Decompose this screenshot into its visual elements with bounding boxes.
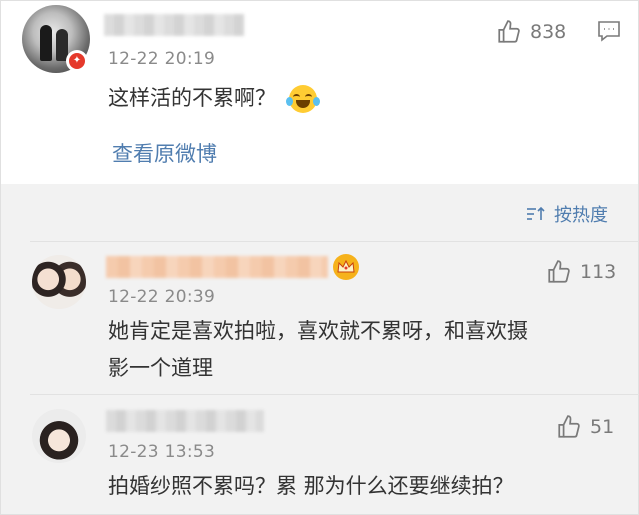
thumbs-up-icon <box>498 20 520 43</box>
reply-button[interactable] <box>597 20 621 46</box>
like-count: 113 <box>580 261 617 283</box>
avatar-figure <box>40 25 52 61</box>
post-time: 12-22 20:19 <box>108 49 216 69</box>
view-original-link[interactable]: 查看原微博 <box>112 138 217 168</box>
crown-badge-icon <box>333 254 359 280</box>
like-count: 51 <box>590 416 615 438</box>
divider <box>30 241 639 242</box>
laughing-crying-emoji-icon <box>285 85 320 113</box>
like-count: 838 <box>530 21 567 43</box>
reply-time: 12-22 20:39 <box>108 287 216 307</box>
reply-time: 12-23 13:53 <box>108 442 216 462</box>
username-blurred[interactable] <box>106 410 264 432</box>
verified-badge-icon: ✦ <box>66 50 88 72</box>
thumbs-up-icon <box>558 415 580 438</box>
comment-text: 这样活的不累啊？ <box>108 80 320 117</box>
avatar[interactable] <box>32 255 86 309</box>
thumbs-up-icon <box>548 260 570 283</box>
avatar[interactable] <box>32 409 86 463</box>
username-blurred[interactable] <box>106 256 328 278</box>
like-button[interactable]: 113 <box>546 259 616 285</box>
reply-text: 拍婚纱照不累吗？累 那为什么还要继续拍？ <box>108 474 514 498</box>
divider <box>30 394 639 395</box>
like-button[interactable]: 838 <box>496 19 566 45</box>
sort-icon <box>527 206 545 220</box>
comment-icon <box>598 21 620 42</box>
sort-label: 按热度 <box>554 205 608 226</box>
username-blurred[interactable] <box>104 14 244 36</box>
reply-text: 她肯定是喜欢拍啦，喜欢就不累呀，和喜欢摄 影一个道理 <box>108 319 528 380</box>
sort-by-popularity-button[interactable]: 按热度 <box>526 201 608 227</box>
like-button[interactable]: 51 <box>556 414 614 440</box>
